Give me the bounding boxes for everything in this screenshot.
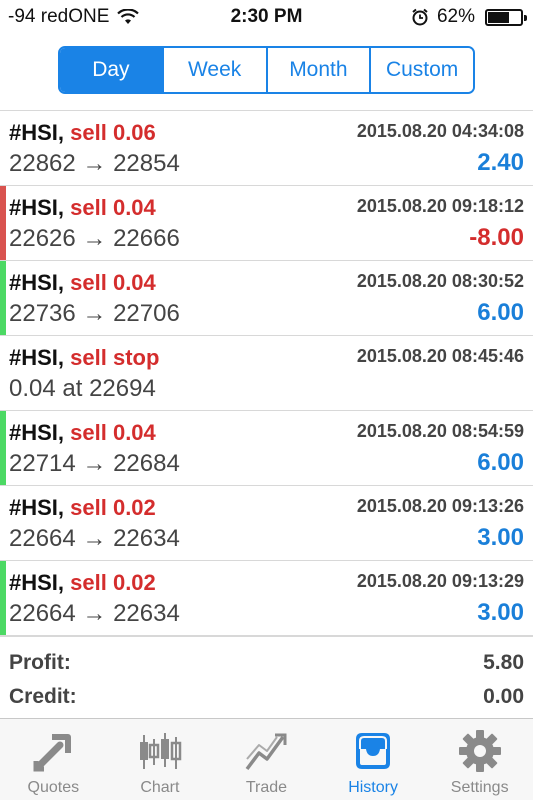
alarm-icon (412, 8, 428, 26)
status-stripe (0, 186, 6, 260)
chart-icon (139, 733, 182, 769)
row-action: sell 0.04 (70, 270, 156, 295)
row-symbol: #HSI, sell 0.02 (9, 495, 156, 520)
credit-value: 0.00 (483, 685, 524, 708)
row-time: 2015.08.20 09:13:29 (356, 571, 524, 591)
tab-label: Quotes (27, 779, 80, 796)
tab-label: History (348, 779, 398, 796)
history-row[interactable]: #HSI, sell 0.04 2015.08.20 09:18:12 2262… (0, 186, 533, 261)
row-time: 2015.08.20 08:30:52 (356, 271, 524, 291)
tab-history[interactable]: History (320, 719, 427, 800)
row-profit: 6.00 (477, 299, 524, 326)
history-list: #HSI, sell 0.06 2015.08.20 04:34:08 2286… (0, 111, 533, 636)
row-symbol: #HSI, sell 0.02 (9, 570, 156, 595)
period-month[interactable]: Month (265, 48, 370, 92)
history-icon (356, 733, 391, 769)
row-profit: 2.40 (477, 149, 524, 176)
history-row[interactable]: #HSI, sell stop 2015.08.20 08:45:46 0.04… (0, 336, 533, 411)
row-time: 2015.08.20 09:13:26 (356, 496, 524, 516)
status-stripe (0, 486, 6, 560)
status-stripe (0, 411, 6, 485)
tab-bar: Quotes Chart Trade History Settings (0, 718, 533, 800)
row-profit: 6.00 (477, 449, 524, 476)
row-symbol: #HSI, sell 0.04 (9, 270, 156, 295)
tab-chart[interactable]: Chart (107, 719, 214, 800)
row-prices: 22664 → 22634 (9, 525, 180, 552)
row-action: sell stop (70, 345, 160, 370)
history-row[interactable]: #HSI, sell 0.04 2015.08.20 08:54:59 2271… (0, 411, 533, 486)
tab-quotes[interactable]: Quotes (0, 719, 107, 800)
row-action: sell 0.02 (70, 570, 156, 595)
row-symbol: #HSI, sell 0.06 (9, 120, 156, 145)
row-prices: 22736 → 22706 (9, 300, 180, 327)
status-bar: -94 redONE 2:30 PM 62% (0, 0, 533, 34)
period-selector: Day Week Month Custom (58, 46, 475, 94)
row-profit: 3.00 (477, 524, 524, 551)
settings-icon (458, 730, 501, 772)
row-profit: -8.00 (469, 224, 524, 251)
row-time: 2015.08.20 04:34:08 (356, 121, 524, 141)
credit-line: Credit: 0.00 (9, 685, 524, 709)
row-symbol: #HSI, sell 0.04 (9, 420, 156, 445)
period-day[interactable]: Day (60, 48, 162, 92)
period-custom[interactable]: Custom (369, 48, 473, 92)
row-prices: 22626 → 22666 (9, 225, 180, 252)
history-row[interactable]: #HSI, sell 0.02 2015.08.20 09:13:29 2266… (0, 561, 533, 636)
totals-summary: Profit: 5.80 Credit: 0.00 (0, 636, 533, 718)
battery-icon (485, 8, 527, 26)
battery-percent: 62% (436, 6, 475, 27)
status-stripe (0, 261, 6, 335)
credit-label: Credit: (9, 685, 77, 708)
row-time: 2015.08.20 09:18:12 (356, 196, 524, 216)
profit-line: Profit: 5.80 (9, 651, 524, 675)
row-action: sell 0.04 (70, 420, 156, 445)
history-row[interactable]: #HSI, sell 0.06 2015.08.20 04:34:08 2286… (0, 111, 533, 186)
row-time: 2015.08.20 08:54:59 (356, 421, 524, 441)
row-profit: 3.00 (477, 599, 524, 626)
row-prices: 22862 → 22854 (9, 150, 180, 177)
row-time: 2015.08.20 08:45:46 (356, 346, 524, 366)
tab-settings[interactable]: Settings (426, 719, 533, 800)
history-row[interactable]: #HSI, sell 0.02 2015.08.20 09:13:26 2266… (0, 486, 533, 561)
quotes-icon (33, 734, 72, 772)
row-action: sell 0.02 (70, 495, 156, 520)
profit-value: 5.80 (483, 651, 524, 674)
tab-label: Settings (450, 779, 509, 796)
tab-label: Trade (245, 779, 288, 796)
row-prices: 22714 → 22684 (9, 450, 180, 477)
status-stripe (0, 336, 6, 410)
row-action: sell 0.06 (70, 120, 156, 145)
history-row[interactable]: #HSI, sell 0.04 2015.08.20 08:30:52 2273… (0, 261, 533, 336)
profit-label: Profit: (9, 651, 71, 674)
row-prices: 0.04 at 22694 (9, 375, 156, 402)
tab-label: Chart (140, 779, 180, 796)
row-action: sell 0.04 (70, 195, 156, 220)
row-symbol: #HSI, sell stop (9, 345, 160, 370)
row-prices: 22664 → 22634 (9, 600, 180, 627)
status-right: 62% (411, 6, 527, 28)
status-stripe (0, 111, 6, 185)
tab-trade[interactable]: Trade (213, 719, 320, 800)
row-symbol: #HSI, sell 0.04 (9, 195, 156, 220)
trade-icon (246, 733, 287, 771)
period-week[interactable]: Week (161, 48, 266, 92)
status-stripe (0, 561, 6, 635)
